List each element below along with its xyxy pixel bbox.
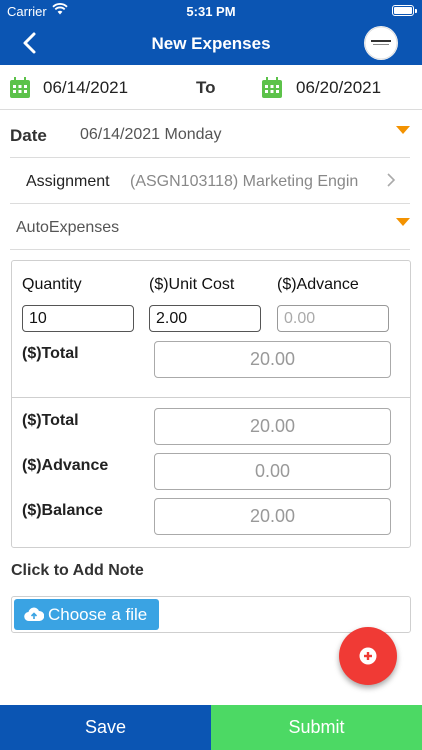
dropdown-triangle-icon	[396, 218, 410, 226]
date-range-row: 06/14/2021 To 06/20/2021	[0, 65, 422, 110]
card-divider	[12, 397, 410, 398]
quantity-label: Quantity	[22, 276, 82, 293]
balance-label: ($)Balance	[22, 502, 103, 519]
date-select[interactable]: Date 06/14/2021 Monday	[10, 110, 410, 158]
calendar-icon[interactable]	[9, 77, 31, 99]
start-date[interactable]: 06/14/2021	[43, 78, 128, 98]
advance-summary-label: ($)Advance	[22, 457, 109, 474]
assignment-value: (ASGN103118) Marketing Engin	[130, 173, 359, 190]
company-logo[interactable]	[364, 26, 398, 60]
unit-cost-label: ($)Unit Cost	[149, 276, 235, 293]
status-bar: Carrier 5:31 PM	[0, 0, 422, 22]
navigation-bar: New Expenses	[0, 22, 422, 65]
total-label: ($)Total	[22, 412, 79, 429]
chevron-right-icon	[387, 173, 396, 187]
choose-file-label: Choose a file	[48, 605, 148, 624]
line-total-label: ($)Total	[22, 345, 79, 362]
advance-summary-field: 0.00	[154, 453, 391, 490]
submit-button[interactable]: Submit	[211, 705, 422, 750]
balance-field: 20.00	[154, 498, 391, 535]
line-total-field: 20.00	[154, 341, 391, 378]
plus-icon	[359, 647, 377, 665]
cloud-upload-icon	[24, 607, 44, 622]
choose-file-button[interactable]: Choose a file	[14, 599, 159, 630]
expense-type-select[interactable]: AutoExpenses	[10, 204, 410, 250]
calendar-icon[interactable]	[261, 77, 283, 99]
unit-cost-input[interactable]: 2.00	[149, 305, 261, 332]
to-label: To	[196, 78, 216, 97]
total-field: 20.00	[154, 408, 391, 445]
page-title: New Expenses	[151, 34, 271, 53]
save-button[interactable]: Save	[0, 705, 211, 750]
battery-icon	[392, 5, 417, 16]
date-label: Date	[10, 126, 47, 145]
assignment-select[interactable]: Assignment (ASGN103118) Marketing Engin	[10, 158, 410, 204]
end-date[interactable]: 06/20/2021	[296, 78, 381, 98]
expense-type-value: AutoExpenses	[16, 219, 120, 236]
quantity-input[interactable]: 10	[22, 305, 134, 332]
add-expense-fab[interactable]	[339, 627, 397, 685]
advance-label: ($)Advance	[277, 276, 359, 293]
dropdown-triangle-icon	[396, 126, 410, 134]
file-upload-box: Choose a file	[11, 596, 411, 633]
add-note-link[interactable]: Click to Add Note	[11, 562, 144, 580]
expense-calculation-card: Quantity ($)Unit Cost ($)Advance 10 2.00…	[11, 260, 411, 548]
advance-input[interactable]: 0.00	[277, 305, 389, 332]
assignment-label: Assignment	[26, 173, 110, 190]
date-value: 06/14/2021 Monday	[80, 126, 222, 143]
clock-time: 5:31 PM	[186, 4, 236, 19]
bottom-action-bar: Save Submit	[0, 705, 422, 750]
